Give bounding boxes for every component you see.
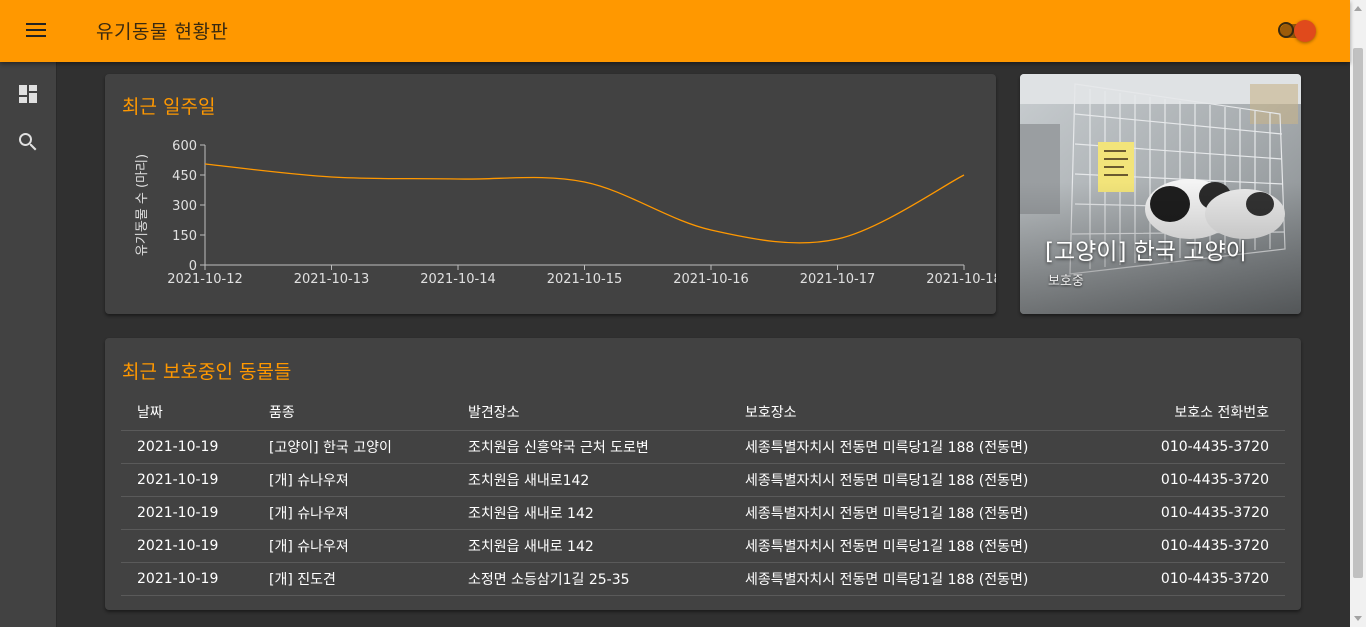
table-row[interactable]: 2021-10-19 [개] 진도견 소정면 소등삼기1길 25-35 세종특별… [121, 562, 1285, 596]
cell-breed: [고양이] 한국 고양이 [253, 430, 452, 464]
page-title: 유기동물 현황판 [96, 21, 229, 43]
y-axis-label: 유기동물 수 (마리) [135, 154, 150, 256]
cell-date: 2021-10-19 [121, 529, 253, 563]
cell-date: 2021-10-19 [121, 463, 253, 497]
theme-toggle[interactable] [1274, 18, 1320, 44]
cell-shelter-phone: 010-4435-3720 [1113, 529, 1285, 563]
cell-breed: [개] 슈나우져 [253, 529, 452, 563]
cell-shelter-phone: 010-4435-3720 [1113, 562, 1285, 596]
cell-shelter-place: 세종특별자치시 전동면 미륵당1길 188 (전동면) [729, 562, 1114, 596]
sun-icon [1278, 22, 1294, 38]
cell-date: 2021-10-19 [121, 496, 253, 530]
toggle-knob [1294, 20, 1316, 42]
x-tick-label: 2021-10-17 [800, 272, 876, 287]
cell-found-place: 조치원읍 새내로142 [452, 463, 729, 497]
cell-found-place: 조치원읍 신흥약국 근처 도로변 [452, 430, 729, 464]
cell-shelter-place: 세종특별자치시 전동면 미륵당1길 188 (전동면) [729, 496, 1114, 530]
menu-icon-bar [26, 29, 46, 31]
weekly-chart-card: 최근 일주일 0 150 300 450 600 2021-10-12 2021-10-13… [105, 74, 996, 314]
cell-date: 2021-10-19 [121, 562, 253, 596]
featured-animal-card[interactable]: [고양이] 한국 고양이 보호중 [1020, 74, 1301, 314]
menu-icon [26, 23, 46, 25]
x-tick-label: 2021-10-15 [547, 272, 623, 287]
scroll-up-icon[interactable] [1354, 6, 1362, 11]
cell-shelter-place: 세종특별자치시 전동면 미륵당1길 188 (전동면) [729, 463, 1114, 497]
x-tick-label: 2021-10-16 [673, 272, 749, 287]
featured-animal-name: [고양이] 한국 고양이 [1045, 239, 1247, 265]
cell-shelter-place: 세종특별자치시 전동면 미륵당1길 188 (전동면) [729, 529, 1114, 563]
recent-animals-table: 날짜 품종 발견장소 보호장소 보호소 전화번호 2021-10-19 [고양이… [121, 394, 1285, 596]
table-row[interactable]: 2021-10-19 [개] 슈나우져 조치원읍 새내로 142 세종특별자치시… [121, 496, 1285, 530]
cell-breed: [개] 슈나우져 [253, 463, 452, 497]
header-date: 날짜 [121, 394, 253, 431]
cell-breed: [개] 진도견 [253, 562, 452, 596]
cell-shelter-phone: 010-4435-3720 [1113, 463, 1285, 497]
cell-found-place: 조치원읍 새내로 142 [452, 529, 729, 563]
x-tick-label: 2021-10-18 [926, 272, 996, 287]
header-found-place: 발견장소 [452, 394, 729, 431]
cell-shelter-phone: 010-4435-3720 [1113, 496, 1285, 530]
scroll-thumb[interactable] [1353, 48, 1363, 578]
table-header-row: 날짜 품종 발견장소 보호장소 보호소 전화번호 [121, 394, 1285, 431]
dashboard-icon[interactable] [16, 82, 40, 106]
featured-animal-status: 보호중 [1048, 274, 1084, 289]
cell-breed: [개] 슈나우져 [253, 496, 452, 530]
header-shelter-place: 보호장소 [729, 394, 1114, 431]
header-breed: 품종 [253, 394, 452, 431]
sidebar [0, 62, 57, 627]
scroll-down-icon[interactable] [1354, 616, 1362, 621]
weekly-line-chart: 01503004506002021-10-12 2021-10-13 2021-10… [135, 139, 996, 287]
cell-shelter-place: 세종특별자치시 전동면 미륵당1길 188 (전동면) [729, 430, 1114, 464]
table-row[interactable]: 2021-10-19 [개] 슈나우져 조치원읍 새내로142 세종특별자치시 … [121, 463, 1285, 497]
cell-found-place: 조치원읍 새내로 142 [452, 496, 729, 530]
cell-found-place: 소정면 소등삼기1길 25-35 [452, 562, 729, 596]
table-row[interactable]: 2021-10-19 [고양이] 한국 고양이 조치원읍 신흥약국 근처 도로변… [121, 430, 1285, 464]
y-tick-label: 600 [172, 139, 197, 154]
y-tick-label: 150 [172, 229, 197, 244]
recent-animals-card: 최근 보호중인 동물들 날짜 품종 발견장소 보호장소 보호소 전화번호 202… [105, 338, 1301, 610]
app-bar: 유기동물 현황판 [0, 0, 1350, 62]
x-tick-label: 2021-10-14 [420, 272, 496, 287]
menu-icon-bar [26, 35, 46, 37]
series-line [204, 163, 965, 244]
page-scrollbar[interactable] [1350, 0, 1366, 627]
y-tick-label: 450 [172, 169, 197, 184]
y-tick-label: 300 [172, 199, 197, 214]
search-icon[interactable] [16, 130, 40, 154]
cell-date: 2021-10-19 [121, 430, 253, 464]
x-tick-label: 2021-10-13 [294, 272, 370, 287]
cell-shelter-phone: 010-4435-3720 [1113, 430, 1285, 464]
recent-animals-title: 최근 보호중인 동물들 [122, 361, 292, 383]
x-tick-label: 2021-10-12 [167, 272, 243, 287]
table-row[interactable]: 2021-10-19 [개] 슈나우져 조치원읍 새내로 142 세종특별자치시… [121, 529, 1285, 563]
menu-button[interactable] [20, 18, 52, 44]
header-shelter-phone: 보호소 전화번호 [1113, 394, 1285, 431]
